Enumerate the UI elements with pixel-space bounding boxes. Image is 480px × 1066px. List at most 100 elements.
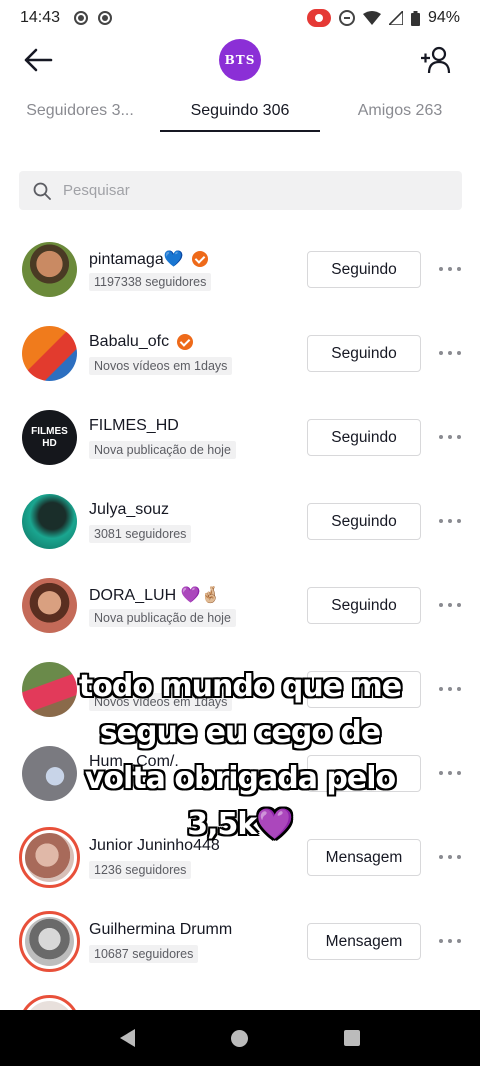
nav-recents-icon[interactable] [344,1030,360,1046]
list-item[interactable]: Junior Juninho448 1236 seguidores Mensag… [0,816,480,900]
notification-icon [74,11,89,25]
more-dot-icon [448,351,452,355]
avatar[interactable] [19,827,80,888]
username[interactable]: Junior Juninho448 [89,837,220,855]
add-user-button[interactable] [416,42,456,78]
following-button[interactable]: Seguindo [307,251,421,288]
avatar[interactable] [22,326,77,381]
nav-back-icon[interactable] [120,1029,135,1047]
verified-badge-icon [177,334,194,350]
list-item[interactable]: Hum...Com/. [0,732,480,816]
signal-icon [388,11,403,25]
tab-following[interactable]: Seguindo 306 [160,90,320,134]
following-button[interactable]: Seguindo [307,419,421,456]
more-dot-icon [448,771,452,775]
search-input[interactable] [63,182,443,199]
active-tab-indicator [160,130,320,132]
avatar[interactable] [19,911,80,972]
more-options-button[interactable] [436,680,464,698]
more-dot-icon [439,435,443,439]
more-options-button[interactable] [436,344,464,362]
more-dot-icon [439,771,443,775]
username[interactable]: DORA_LUH 💜🤞🏼 [89,585,220,605]
following-list: pintamaga💙 1197338 seguidores Seguindo B… [0,228,480,1014]
list-item[interactable]: Julya_souz 3081 seguidores Seguindo [0,480,480,564]
more-options-button[interactable] [436,932,464,950]
more-dot-icon [439,267,443,271]
username[interactable]: Julya_souz [89,501,169,519]
avatar[interactable] [22,578,77,633]
search-icon [33,182,51,200]
more-dot-icon [457,771,461,775]
avatar[interactable] [22,494,77,549]
username-text: Babalu_ofc [89,333,170,350]
more-dot-icon [448,687,452,691]
nav-home-icon[interactable] [231,1029,248,1047]
more-dot-icon [457,519,461,523]
username-text: Guilhermina Drumm [89,921,233,938]
message-button[interactable]: Mensagem [307,923,421,960]
add-user-icon [421,46,451,74]
more-options-button[interactable] [436,848,464,866]
following-button[interactable] [307,671,421,708]
avatar[interactable] [22,662,77,717]
verified-badge-icon [191,251,208,267]
following-button[interactable]: Seguindo [307,587,421,624]
list-item[interactable]: DORA_LUH 💜🤞🏼 Nova publicação de hoje Seg… [0,564,480,648]
more-dot-icon [439,603,443,607]
more-dot-icon [457,603,461,607]
tab-friends[interactable]: Amigos 263 [320,90,480,134]
username[interactable]: Hum...Com/. [89,753,179,771]
username-text: FILMES_HD [89,417,179,434]
more-options-button[interactable] [436,764,464,782]
avatar[interactable]: FILMES HD [22,410,77,465]
username[interactable]: Guilhermina Drumm [89,921,232,939]
search-box[interactable] [19,171,462,210]
avatar-logo-text: FILMES HD [31,425,68,449]
user-subtitle: Nova publicação de hoje [89,609,236,627]
more-options-button[interactable] [436,512,464,530]
list-item[interactable]: Guilhermina Drumm 10687 seguidores Mensa… [0,900,480,984]
more-options-button[interactable] [436,596,464,614]
more-dot-icon [448,267,452,271]
battery-percent: 94% [427,9,460,26]
more-options-button[interactable] [436,428,464,446]
notification-icon [98,11,113,25]
username[interactable]: pintamaga💙 [89,249,208,269]
more-dot-icon [448,603,452,607]
user-subtitle: Novos vídeos em 1days [89,357,233,375]
following-button[interactable]: Seguindo [307,335,421,372]
username-text: Junior Juninho448 [89,837,220,854]
message-button[interactable]: Mensagem [307,839,421,876]
profile-avatar[interactable]: BTS [219,39,261,81]
system-navigation-bar [0,1010,480,1066]
status-bar: 14:43 94% [0,0,480,36]
following-button[interactable]: Seguindo [307,503,421,540]
more-dot-icon [457,687,461,691]
arrow-left-icon [24,48,53,72]
following-button[interactable] [307,755,421,792]
list-item[interactable]: pintamaga💙 1197338 seguidores Seguindo [0,228,480,312]
more-options-button[interactable] [436,260,464,278]
back-button[interactable] [18,42,58,78]
avatar[interactable] [22,746,77,801]
list-item[interactable]: Babalu_ofc Novos vídeos em 1days Seguind… [0,312,480,396]
user-subtitle: Nova publicação de hoje [89,441,236,459]
tab-followers[interactable]: Seguidores 3... [0,90,160,134]
more-dot-icon [457,855,461,859]
username[interactable]: FILMES_HD [89,417,179,435]
header: BTS [0,36,480,84]
avatar[interactable] [22,242,77,297]
more-dot-icon [448,855,452,859]
username[interactable]: Babalu_ofc [89,333,194,351]
more-dot-icon [439,351,443,355]
do-not-disturb-icon [338,10,355,26]
tab-bar: Seguidores 3... Seguindo 306 Amigos 263 [0,90,480,134]
more-dot-icon [448,435,452,439]
more-dot-icon [439,939,443,943]
list-item[interactable]: Novos vídeos em 1days [0,648,480,732]
user-subtitle: 3081 seguidores [89,525,192,543]
list-item[interactable]: FILMES HD FILMES_HD Nova publicação de h… [0,396,480,480]
screen-record-icon [306,9,331,27]
avatar-image [25,833,74,882]
